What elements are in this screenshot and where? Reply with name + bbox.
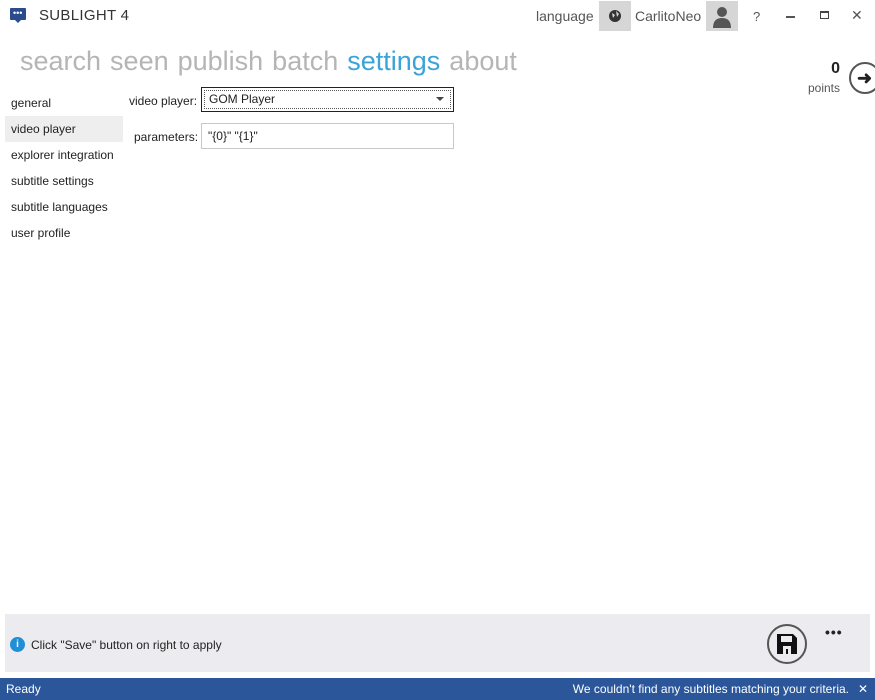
username: CarlitoNeo [635,8,702,24]
arrow-right-icon[interactable]: ➜ [849,62,875,94]
footer-bar: i Click "Save" button on right to apply … [5,614,870,672]
sidebar-item-subtitle-settings[interactable]: subtitle settings [5,168,123,194]
points-label: points [807,81,840,95]
sidebar-item-general[interactable]: general [5,90,123,116]
app-icon: ••• [10,8,26,23]
sidebar-item-subtitle-languages[interactable]: subtitle languages [5,194,123,220]
points-value: 0 [831,60,840,77]
sidebar-item-video-player[interactable]: video player [5,116,123,142]
close-button[interactable]: ✕ [851,7,863,24]
save-button[interactable] [767,624,807,664]
tab-about[interactable]: about [449,46,517,77]
video-player-value: GOM Player [209,92,276,106]
sidebar-item-explorer-integration[interactable]: explorer integration [5,142,123,168]
dropdown-arrow-icon [436,97,444,101]
maximize-button[interactable] [820,11,829,19]
tab-batch[interactable]: batch [272,46,338,77]
tab-seen[interactable]: seen [110,46,169,77]
sidebar-item-user-profile[interactable]: user profile [5,220,123,246]
globe-icon [598,1,631,31]
info-message: Click "Save" button on right to apply [31,638,222,652]
info-icon: i [10,637,25,652]
user-button[interactable]: CarlitoNeo [635,0,739,32]
status-text: Ready [6,682,41,696]
notification-text: We couldn't find any subtitles matching … [572,682,849,696]
tab-search[interactable]: search [20,46,101,77]
settings-sidebar: general video player explorer integratio… [5,90,123,246]
more-options-button[interactable]: ••• [825,624,843,640]
parameters-label: parameters: [134,130,199,144]
language-button[interactable]: language [536,0,631,32]
status-bar: Ready We couldn't find any subtitles mat… [0,678,875,700]
main-nav: search seen publish batch settings about [20,46,517,77]
tab-settings[interactable]: settings [347,46,440,77]
floppy-disk-icon [777,634,797,654]
parameters-input[interactable]: "{0}" "{1}" [201,123,454,149]
help-button[interactable]: ? [753,0,760,32]
minimize-button[interactable] [786,16,795,18]
close-notification-button[interactable]: ✕ [858,678,868,700]
tab-publish[interactable]: publish [178,46,264,77]
app-title: SUBLIGHT 4 [39,7,130,24]
video-player-label: video player: [129,94,198,108]
video-player-select[interactable]: GOM Player [201,87,454,112]
user-avatar-icon [706,1,739,31]
language-label: language [536,8,594,24]
